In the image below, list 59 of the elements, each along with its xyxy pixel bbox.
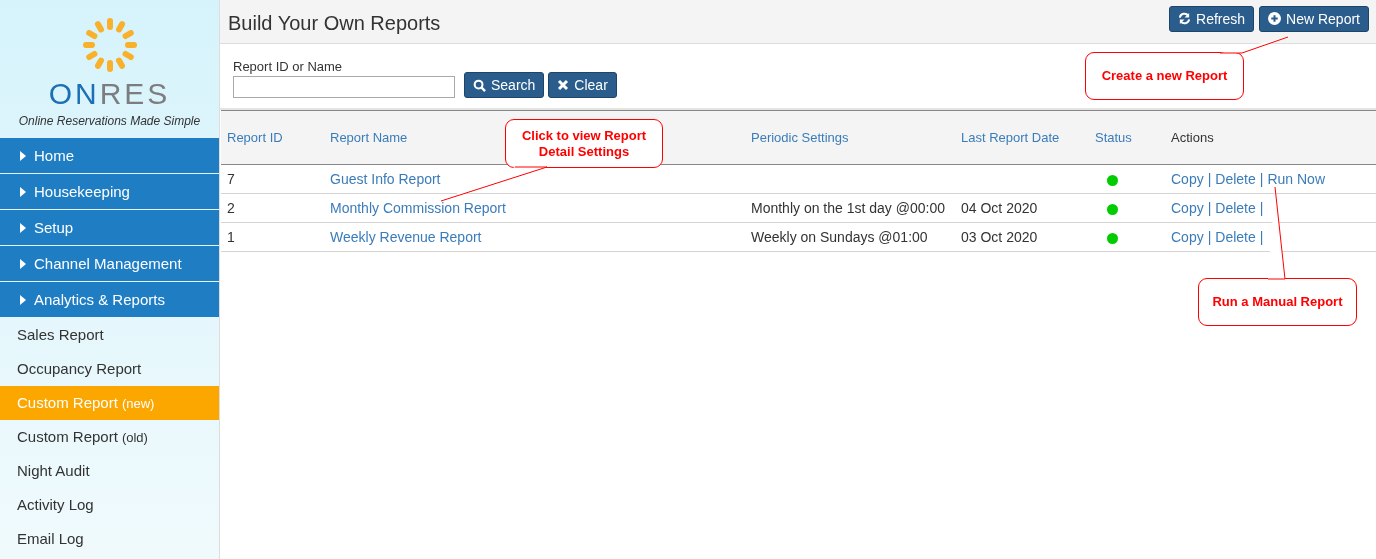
- menu-item[interactable]: Activity Log: [0, 488, 219, 522]
- caret-icon: [19, 258, 27, 269]
- caret-icon: [19, 150, 27, 161]
- menu-item[interactable]: Sales Report: [0, 318, 219, 352]
- search-icon: [473, 78, 486, 92]
- menu-item[interactable]: Custom Report (old): [0, 420, 219, 454]
- page-title: Build Your Own Reports: [228, 12, 441, 35]
- last-report-date: 03 Oct 2020: [961, 229, 1038, 245]
- separator: |: [1207, 229, 1212, 245]
- refresh-icon: [1178, 12, 1192, 25]
- action-link[interactable]: Delete: [1215, 200, 1256, 216]
- separator: |: [1207, 200, 1212, 216]
- separator: |: [1259, 200, 1264, 216]
- field-label: Report ID or Name: [233, 59, 344, 74]
- sortable-column-header[interactable]: Report Name: [330, 130, 408, 145]
- plus-circle-icon: [1268, 12, 1282, 25]
- separator: |: [1259, 229, 1264, 245]
- sortable-column-header[interactable]: Status: [1095, 130, 1132, 145]
- caret-icon: [19, 186, 27, 197]
- periodic-setting: Weekly on Sundays @01:00: [751, 229, 928, 245]
- action-link[interactable]: Copy: [1171, 171, 1204, 187]
- menu-section[interactable]: Analytics & Reports: [0, 282, 219, 317]
- last-report-date: 04 Oct 2020: [961, 200, 1038, 216]
- separator: |: [1259, 171, 1264, 187]
- caret-icon: [19, 294, 27, 305]
- sortable-column-header[interactable]: Periodic Settings: [751, 130, 849, 145]
- menu-section[interactable]: Housekeeping: [0, 174, 219, 209]
- report-id: 7: [227, 171, 235, 187]
- menu-section[interactable]: Home: [0, 138, 219, 173]
- report-name-link[interactable]: Monthly Commission Report: [330, 200, 506, 216]
- callout: Run a Manual Report: [1198, 278, 1357, 326]
- report-id: 2: [227, 200, 235, 216]
- action-link[interactable]: Delete: [1215, 229, 1256, 245]
- action-link[interactable]: Run Now: [1267, 171, 1326, 187]
- action-link[interactable]: Copy: [1171, 229, 1204, 245]
- sortable-column-header[interactable]: Report ID: [227, 130, 283, 145]
- search-button[interactable]: Search: [464, 72, 545, 98]
- report-name-link[interactable]: Weekly Revenue Report: [330, 229, 482, 245]
- search-field[interactable]: [233, 76, 455, 98]
- menu-item[interactable]: Night Audit: [0, 454, 219, 488]
- tagline: Online Reservations Made Simple: [18, 114, 201, 128]
- periodic-setting: Monthly on the 1st day @00:00: [751, 200, 945, 216]
- callout: Click to view Report Detail Settings: [505, 119, 663, 168]
- close-icon: [557, 79, 570, 91]
- action-link[interactable]: Copy: [1171, 200, 1204, 216]
- search-button[interactable]: Clear: [548, 72, 617, 98]
- logo-text: ON RES: [48, 77, 171, 111]
- menu-item[interactable]: Email Log: [0, 522, 219, 556]
- separator: |: [1207, 171, 1212, 187]
- column-header: Actions: [1171, 130, 1214, 145]
- toolbar-button[interactable]: Refresh: [1169, 5, 1255, 32]
- menu-section[interactable]: Channel Management: [0, 246, 219, 281]
- action-link[interactable]: Delete: [1215, 171, 1256, 187]
- menu-item[interactable]: Occupancy Report: [0, 352, 219, 386]
- menu-section[interactable]: Setup: [0, 210, 219, 245]
- report-id: 1: [227, 229, 235, 245]
- caret-icon: [19, 222, 27, 233]
- report-name-link[interactable]: Guest Info Report: [330, 171, 441, 187]
- toolbar-button[interactable]: New Report: [1259, 5, 1369, 32]
